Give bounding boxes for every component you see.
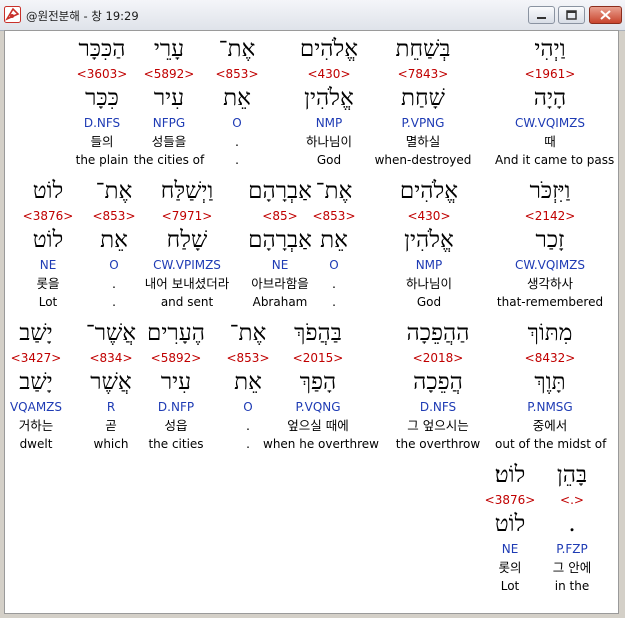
morphology-code: NMP xyxy=(415,258,443,272)
korean-gloss: 중에서 xyxy=(532,418,568,433)
korean-gloss: 멸하실 xyxy=(405,134,441,149)
korean-gloss: 들의 xyxy=(90,134,114,149)
strongs-number: <1961> xyxy=(524,67,576,81)
morphology-code: D.NFS xyxy=(83,116,121,130)
hebrew-word: אֱלֹהִים xyxy=(399,178,459,204)
korean-gloss: 때 xyxy=(544,134,556,149)
strongs-number: <430> xyxy=(407,209,451,223)
lemma-word: זָכַר xyxy=(535,227,565,253)
verse-analysis-panel[interactable]: וַיְהִי <1961> הָיָה CW.VQIMZS 때 And it came … xyxy=(4,30,619,614)
hebrew-word: וַיְהִי xyxy=(534,36,566,62)
strongs-number: <3876> xyxy=(22,209,74,223)
word-block[interactable]: לוֹט׃ <3876> לוֹט NE 롯의 Lot xyxy=(455,461,565,597)
strongs-number: <3603> xyxy=(76,67,128,81)
english-gloss: Lot xyxy=(500,579,520,593)
hebrew-word: הַכִּכָּר xyxy=(78,36,126,62)
minimize-button[interactable] xyxy=(528,6,555,24)
word-block[interactable]: לוֹט <3876> לוֹט NE 롯을 Lot xyxy=(5,177,103,313)
lemma-word: לוֹט xyxy=(32,227,64,253)
morphology-code: NE xyxy=(39,258,57,272)
word-block[interactable]: אֱלֹהִים <430> אֱלֹהִין NMP 하나님이 God xyxy=(374,177,484,313)
english-gloss: when-destroyed xyxy=(374,153,472,167)
english-gloss: God xyxy=(416,295,442,309)
morphology-code: D.NFS xyxy=(419,400,457,414)
hebrew-word: לוֹט׃ xyxy=(494,462,526,488)
hebrew-word: הַהֲפֵכָה xyxy=(406,320,470,346)
hebrew-word: בְּשַׁחֵת xyxy=(395,36,451,62)
morphology-code: NE xyxy=(501,542,519,556)
lemma-word: הָיָה xyxy=(533,85,567,111)
title-bar[interactable]: @원전분해 - 창 19:29 xyxy=(0,0,625,31)
english-gloss: Lot xyxy=(38,295,58,309)
window-title: @원전분해 - 창 19:29 xyxy=(26,9,139,23)
word-block[interactable]: הַהֲפֵכָה <2018> הֲפֵכָה D.NFS 그 엎으시는 the ove… xyxy=(383,319,493,455)
maximize-button[interactable] xyxy=(558,6,585,24)
morphology-code: CW.VQIMZS xyxy=(514,258,586,272)
korean-gloss: 거하는 xyxy=(18,418,54,433)
word-block[interactable]: מִתּוֹךְ <8432> תָּוֶךְ P.NMSG 중에서 out of the… xyxy=(495,319,607,455)
strongs-number: <7843> xyxy=(397,67,449,81)
morphology-code: VQAMZS xyxy=(9,400,63,414)
strongs-number: <3876> xyxy=(484,493,536,507)
app-logo-icon xyxy=(4,6,21,23)
word-block[interactable]: יָשַׁב <3427> יָשַׁב VQAMZS 거하는 dwelt xyxy=(5,319,91,455)
word-block[interactable]: וַיִּזְכֹּר <2142> זָכַר CW.VQIMZS 생각하사 that-… xyxy=(495,177,605,313)
morphology-code: P.VPNG xyxy=(401,116,445,130)
lemma-word: תָּוֶךְ xyxy=(534,369,566,395)
lemma-word: אֱלֹהִין xyxy=(404,227,454,253)
strongs-number: <2142> xyxy=(524,209,576,223)
lemma-word: יָשַׁב xyxy=(19,369,53,395)
close-icon xyxy=(600,10,611,20)
close-button[interactable] xyxy=(589,6,622,24)
lemma-word: הֲפֵכָה xyxy=(413,369,463,395)
korean-gloss: 하나님이 xyxy=(405,276,452,291)
strongs-number: <3427> xyxy=(10,351,62,365)
morphology-code: CW.VQIMZS xyxy=(514,116,586,130)
lemma-word: לוֹט xyxy=(494,511,526,537)
korean-gloss: 그 엎으시는 xyxy=(407,418,469,433)
morphology-code: P.NMSG xyxy=(527,400,573,414)
hebrew-word: יָשַׁב xyxy=(19,320,53,346)
lemma-word: כִּכָּר xyxy=(85,85,119,111)
word-block[interactable]: הַכִּכָּר <3603> כִּכָּר D.NFS 들의 the plain xyxy=(47,35,157,171)
english-gloss: dwelt xyxy=(19,437,53,451)
hebrew-word: לוֹט xyxy=(32,178,64,204)
app-window: @원전분해 - 창 19:29 וַיְהִי <1961> הָיָה CW.VQI… xyxy=(0,0,625,618)
english-gloss: that-remembered xyxy=(496,295,604,309)
english-gloss: And it came to pass xyxy=(495,153,615,167)
strongs-number: <2018> xyxy=(412,351,464,365)
korean-gloss: 롯을 xyxy=(36,276,60,291)
strongs-number: <8432> xyxy=(524,351,576,365)
english-gloss: the plain xyxy=(75,153,129,167)
word-block[interactable]: וַיְהִי <1961> הָיָה CW.VQIMZS 때 And it came … xyxy=(495,35,615,171)
hebrew-word: וַיִּזְכֹּר xyxy=(529,178,571,204)
word-block[interactable]: בְּשַׁחֵת <7843> שָׁחַת P.VPNG 멸하실 when-destr… xyxy=(368,35,478,171)
english-gloss: the overthrow xyxy=(395,437,481,451)
maximize-icon xyxy=(566,10,577,20)
korean-gloss: 생각하사 xyxy=(526,276,573,291)
minimize-icon xyxy=(537,17,546,19)
hebrew-word: מִתּוֹךְ xyxy=(527,320,573,346)
korean-gloss: 롯의 xyxy=(498,560,522,575)
lemma-word: שָׁחַת xyxy=(401,85,445,111)
english-gloss: out of the midst of xyxy=(495,437,607,451)
